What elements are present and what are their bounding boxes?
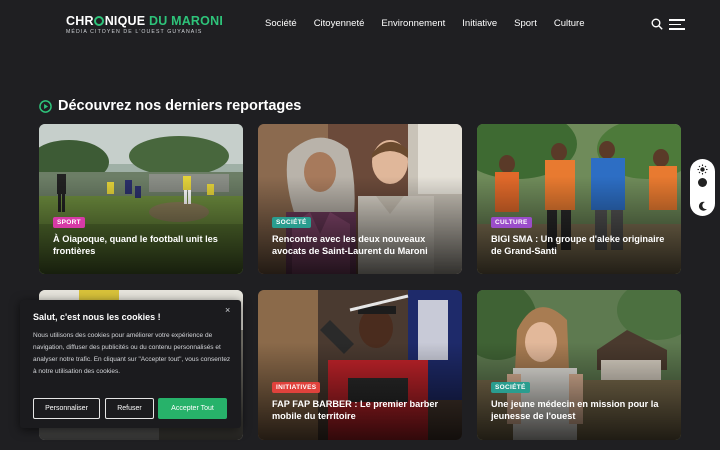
article-title[interactable]: Une jeune médecin en mission pour la jeu… xyxy=(491,399,667,422)
logo-tagline: MÉDIA CITOYEN DE L'OUEST GUYANAIS xyxy=(66,29,203,35)
article-card-bigi-sma[interactable]: CULTURE BIGI SMA : Un groupe d'aleke ori… xyxy=(477,124,681,274)
toggle-knob[interactable] xyxy=(698,178,707,187)
article-card-medecin[interactable]: SOCIÉTÉ Une jeune médecin en mission pou… xyxy=(477,290,681,440)
article-title[interactable]: À Oiapoque, quand le football unit les f… xyxy=(53,234,229,257)
close-icon[interactable]: × xyxy=(225,305,230,315)
category-tag[interactable]: SOCIÉTÉ xyxy=(272,217,311,228)
site-header: CHR NIQUE DU MARONI MÉDIA CITOYEN DE L'OU… xyxy=(0,0,720,50)
section-title: Découvrez nos derniers reportages xyxy=(58,98,302,114)
nav-environnement[interactable]: Environnement xyxy=(381,18,445,29)
nav-culture[interactable]: Culture xyxy=(554,18,585,29)
logo-wordmark: CHR NIQUE DU MARONI xyxy=(66,14,223,28)
nav-sport[interactable]: Sport xyxy=(514,18,537,29)
customize-button[interactable]: Personnaliser xyxy=(33,398,100,419)
section-heading: Découvrez nos derniers reportages xyxy=(39,98,301,114)
cookie-text: Nous utilisons des cookies pour améliore… xyxy=(33,332,231,375)
refuse-button[interactable]: Refuser xyxy=(105,398,154,419)
theme-toggle[interactable] xyxy=(690,159,715,216)
search-icon[interactable] xyxy=(651,18,663,30)
article-title[interactable]: BIGI SMA : Un groupe d'aleke originaire … xyxy=(491,234,667,257)
category-tag[interactable]: INITIATIVES xyxy=(272,382,321,393)
category-tag[interactable]: CULTURE xyxy=(491,217,532,228)
site-logo[interactable]: CHR NIQUE DU MARONI MÉDIA CITOYEN DE L'OU… xyxy=(66,14,223,35)
sun-icon xyxy=(697,164,708,175)
category-tag[interactable]: SOCIÉTÉ xyxy=(491,382,530,393)
category-tag[interactable]: SPORT xyxy=(53,217,85,228)
accept-all-button[interactable]: Accepter Tout xyxy=(158,398,227,419)
hamburger-menu-icon[interactable] xyxy=(669,18,685,30)
article-card-avocats[interactable]: SOCIÉTÉ Rencontre avec les deux nouveaux… xyxy=(258,124,462,274)
article-card-football[interactable]: SPORT À Oiapoque, quand le football unit… xyxy=(39,124,243,274)
nav-societe[interactable]: Société xyxy=(265,18,297,29)
cookie-banner: × Salut, c'est nous les cookies ! Nous u… xyxy=(20,300,241,428)
article-card-barber[interactable]: INITIATIVES FAP FAP BARBER : Le premier … xyxy=(258,290,462,440)
article-title[interactable]: Rencontre avec les deux nouveaux avocats… xyxy=(272,234,448,257)
play-circle-icon xyxy=(39,99,52,113)
moon-icon xyxy=(698,201,707,211)
main-nav: Société Citoyenneté Environnement Initia… xyxy=(265,18,585,29)
article-title[interactable]: FAP FAP BARBER : Le premier barber mobil… xyxy=(272,399,448,422)
nav-citoyennete[interactable]: Citoyenneté xyxy=(314,18,365,29)
nav-initiative[interactable]: Initiative xyxy=(462,18,497,29)
logo-ring-icon xyxy=(94,16,105,26)
cookie-title: Salut, c'est nous les cookies ! xyxy=(33,312,161,322)
